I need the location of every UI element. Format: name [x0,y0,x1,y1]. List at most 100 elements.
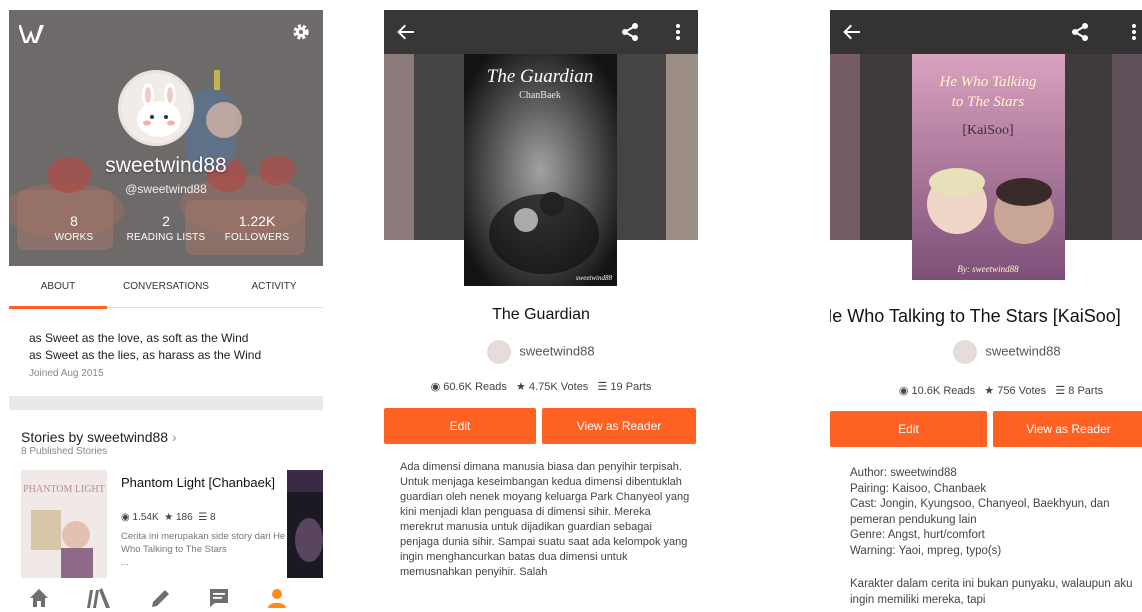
cover-art: He Who Talking to The Stars [KaiSoo] By:… [912,54,1065,280]
view-as-reader-button[interactable]: View as Reader [993,411,1142,447]
about-line: as Sweet as the love, as soft as the Win… [29,331,249,345]
stat-value: 2 [162,213,170,229]
stories-header[interactable]: Stories by sweetwind88 › [21,429,177,445]
story-stats: ◉ 1.54K ★ 186 ☰ 8 [121,512,216,523]
cover-title-line: He Who Talking [939,74,1037,90]
cover-title: The Guardian [487,66,593,87]
stat-works[interactable]: 8 WORKS [29,213,119,243]
profile-tabs: ABOUT CONVERSATIONS ACTIVITY [9,266,323,309]
stat-reading-lists[interactable]: 2 READING LISTS [121,213,211,243]
story-screen-kaisoo: He Who Talking to The Stars [KaiSoo] By:… [830,10,1142,612]
story-reads: 10.6K Reads [911,385,976,397]
gear-icon[interactable] [291,22,311,42]
stat-followers[interactable]: 1.22K FOLLOWERS [212,213,302,243]
edit-button[interactable]: Edit [384,408,536,444]
story-votes: 186 [175,512,193,523]
bottom-navigation [9,578,323,612]
joined-date: Joined Aug 2015 [29,368,104,379]
write-icon[interactable] [149,586,173,610]
list-icon: ☰ [198,512,208,523]
story-author[interactable]: sweetwind88 [384,340,698,364]
story-cover-art [287,470,323,580]
tab-about[interactable]: ABOUT [9,266,107,309]
story-parts: 19 Parts [610,381,652,393]
stat-label: WORKS [54,232,94,243]
avatar[interactable] [118,70,194,146]
story-parts: 8 [209,512,216,523]
wattpad-logo-icon[interactable] [19,22,49,44]
cover-title-line: to The Stars [952,94,1025,110]
story-screen-guardian: The Guardian ChanBaek sweetwind88 The Gu… [384,10,698,612]
eye-icon: ◉ [898,385,909,397]
story-title[interactable]: Phantom Light [Chanbaek] [121,475,281,491]
story-parts: 8 Parts [1068,385,1104,397]
profile-icon[interactable] [265,586,289,610]
story-description-ellipsis: ... [121,557,129,568]
profile-screen: sweetwind88 @sweetwind88 8 WORKS 2 READI… [9,10,323,612]
stories-title: Stories by sweetwind88 [21,429,169,445]
section-divider [9,396,323,410]
tab-conversations[interactable]: CONVERSATIONS [107,266,225,308]
library-icon[interactable] [87,586,111,610]
cover-art: The Guardian ChanBaek sweetwind88 [464,54,617,286]
story-description: Cerita ini merupakan side story dari He … [121,530,301,569]
stat-label: READING LISTS [126,232,206,243]
profile-username: sweetwind88 [105,154,227,177]
more-vertical-icon[interactable] [1124,22,1142,42]
story-reads: 1.54K [132,512,159,523]
story-cover-art: PHANTOM LIGHT [21,470,107,580]
about-line: as Sweet as the lies, as harass as the W… [29,348,262,362]
stat-value: 1.22K [238,213,276,229]
story-cover[interactable]: PHANTOM LIGHT [21,470,107,580]
star-icon: ★ [984,385,995,397]
cover-subtitle: ChanBaek [519,90,561,101]
share-icon[interactable] [620,22,640,42]
cover-title: PHANTOM LIGHT [23,484,105,495]
home-icon[interactable] [27,586,51,610]
author-avatar [487,340,512,364]
cover-credit: By: sweetwind88 [957,264,1019,274]
eye-icon: ◉ [430,381,441,393]
story-votes: 756 Votes [997,385,1047,397]
messages-icon[interactable] [207,586,231,610]
chevron-right-icon: › [171,429,177,445]
stat-value: 8 [70,213,78,229]
story-stats: ◉ 60.6K Reads ★ 4.75K Votes ☰ 19 Parts [384,380,698,393]
story-description-meta: Author: sweetwind88 Pairing: Kaisoo, Cha… [850,467,1110,557]
story-description-text: Cerita ini merupakan side story dari He … [121,531,286,555]
cover-title-line: [KaiSoo] [962,123,1013,138]
story-description: Ada dimensi dimana manusia biasa dan pen… [400,461,690,578]
eye-icon: ◉ [121,512,130,523]
profile-stats: 8 WORKS 2 READING LISTS 1.22K FOLLOWERS [9,213,323,253]
story-description: Author: sweetwind88 Pairing: Kaisoo, Cha… [850,466,1142,608]
story-reads: 60.6K Reads [443,381,507,393]
cover-credit: sweetwind88 [576,274,613,282]
profile-handle: @sweetwind88 [125,182,207,196]
story-cover-next[interactable] [287,470,323,580]
story-stats: ◉ 10.6K Reads ★ 756 Votes ☰ 8 Parts [844,384,1142,397]
profile-about: as Sweet as the love, as soft as the Win… [29,330,313,382]
arrow-left-icon[interactable] [396,22,416,42]
story-description-body: Karakter dalam cerita ini bukan punyaku,… [850,578,1133,606]
view-as-reader-button[interactable]: View as Reader [542,408,696,444]
story-author[interactable]: sweetwind88 [850,340,1142,364]
stat-label: FOLLOWERS [224,232,290,243]
story-cover[interactable]: He Who Talking to The Stars [KaiSoo] By:… [912,54,1065,280]
star-icon: ★ [516,381,526,393]
story-votes: 4.75K Votes [528,381,589,393]
more-vertical-icon[interactable] [668,22,688,42]
author-name: sweetwind88 [985,343,1061,359]
story-title: He Who Talking to The Stars [KaiSoo] [830,306,1121,326]
list-icon: ☰ [597,381,608,393]
story-title: The Guardian [492,306,590,323]
share-icon[interactable] [1070,22,1090,42]
story-cover[interactable]: The Guardian ChanBaek sweetwind88 [464,54,617,286]
edit-button[interactable]: Edit [830,411,987,447]
star-icon: ★ [164,512,174,523]
tab-activity[interactable]: ACTIVITY [225,266,323,308]
author-avatar [953,340,978,364]
author-name: sweetwind88 [519,343,595,359]
stories-count: 8 Published Stories [21,446,108,457]
arrow-left-icon[interactable] [842,22,862,42]
profile-header: sweetwind88 @sweetwind88 8 WORKS 2 READI… [9,10,323,266]
